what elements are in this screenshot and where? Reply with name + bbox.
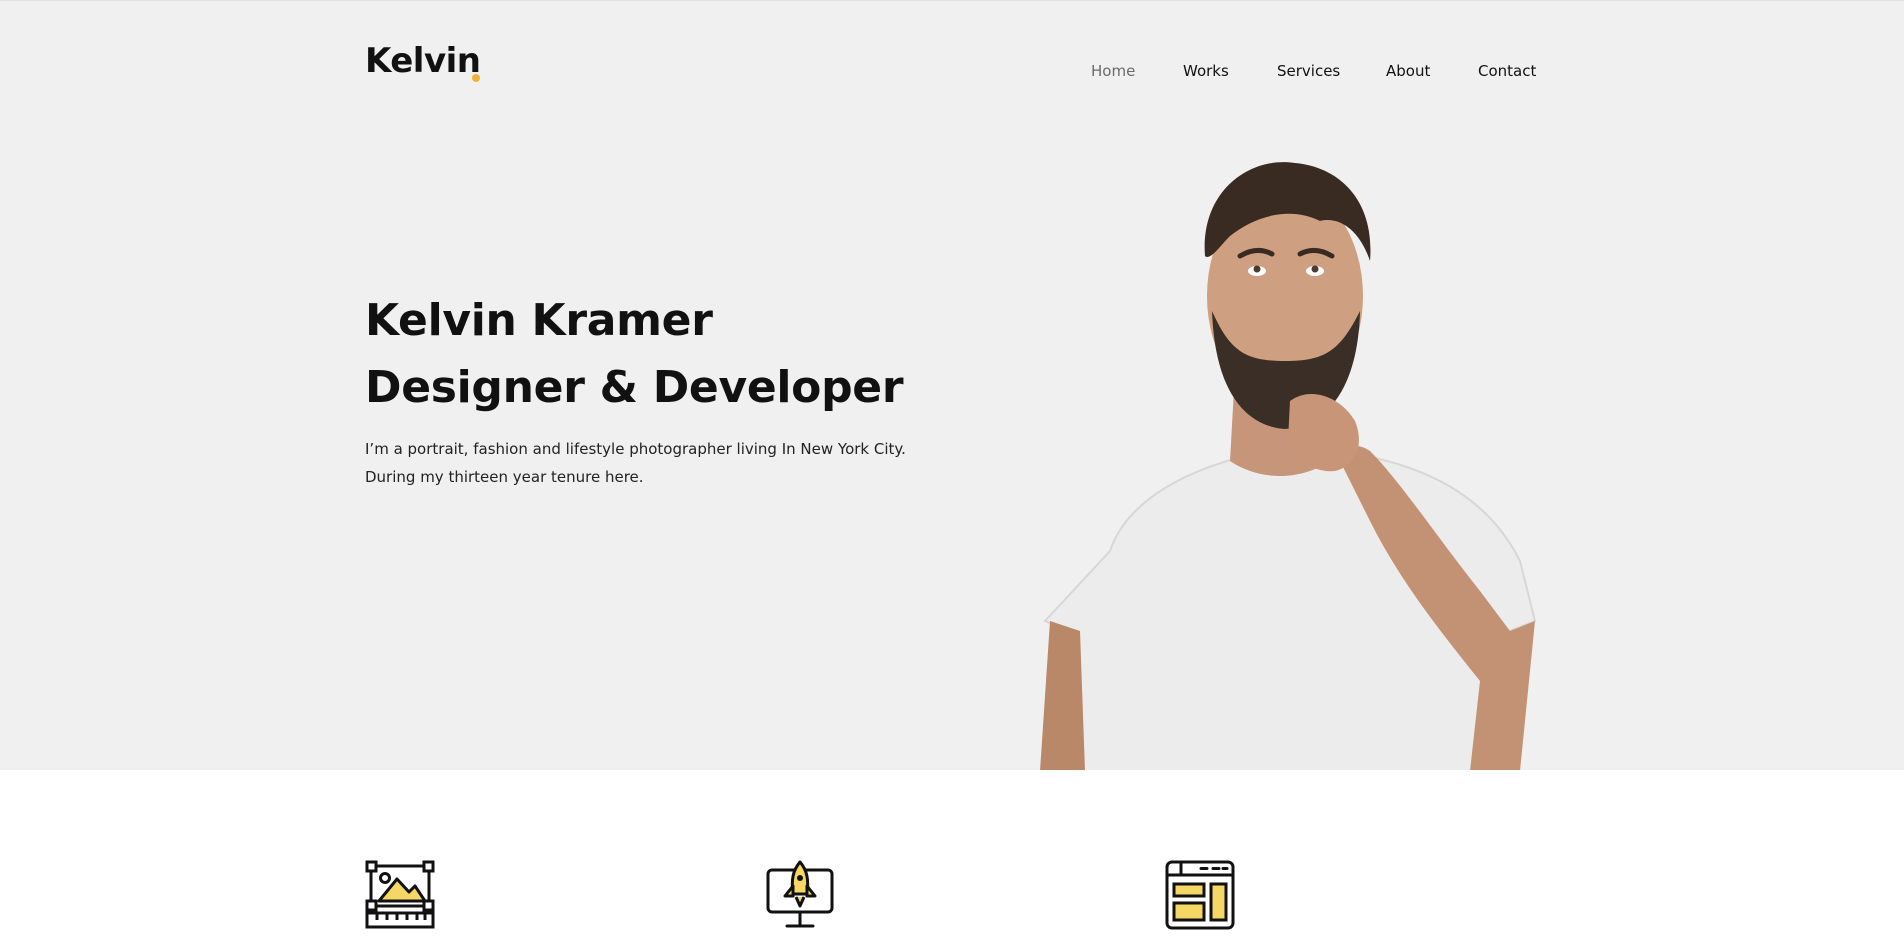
nav-about[interactable]: About (1386, 62, 1430, 80)
nav-contact[interactable]: Contact (1478, 62, 1536, 80)
rocket-monitor-icon (766, 860, 834, 928)
image-design-icon (365, 860, 435, 929)
hero-title: Kelvin Kramer Designer & Developer (365, 287, 904, 421)
nav-works[interactable]: Works (1183, 62, 1229, 80)
hero-description-line-2: During my thirteen year tenure here. (365, 468, 644, 486)
nav-home[interactable]: Home (1091, 62, 1135, 80)
hero-section: Kelvin Home Works Services About Contact… (0, 0, 1904, 771)
hero-title-role: Designer & Developer (365, 362, 904, 413)
hero-description: I’m a portrait, fashion and lifestyle ph… (365, 435, 906, 491)
hero-title-name: Kelvin Kramer (365, 295, 713, 346)
services-section (0, 770, 1904, 944)
portrait-photo (1040, 162, 1537, 771)
web-layout-icon (1165, 860, 1235, 930)
hero-description-line-1: I’m a portrait, fashion and lifestyle ph… (365, 440, 906, 458)
nav-services[interactable]: Services (1277, 62, 1340, 80)
main-nav: Home Works Services About Contact (0, 62, 1904, 82)
